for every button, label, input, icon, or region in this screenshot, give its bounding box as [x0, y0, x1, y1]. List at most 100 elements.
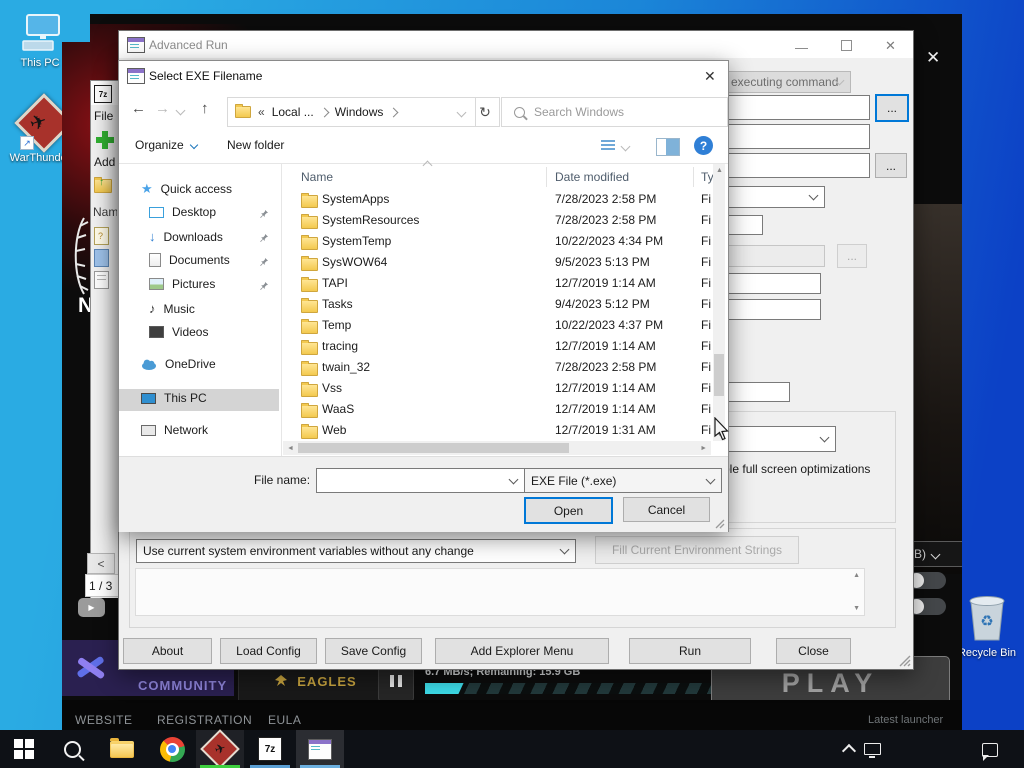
sidebar-item-pictures[interactable]: Pictures: [149, 277, 215, 291]
fill-env-button: Fill Current Environment Strings: [595, 536, 799, 564]
advanced-run-titlebar[interactable]: Advanced Run — ✕: [119, 31, 913, 58]
minimize-button[interactable]: —: [795, 41, 808, 54]
new-folder-button[interactable]: New folder: [227, 138, 284, 152]
quick-access-star-icon: ★: [141, 181, 153, 196]
desktop-icon-recycle-bin[interactable]: ♻ Recycle Bin: [952, 588, 1022, 659]
add-explorer-menu-button[interactable]: Add Explorer Menu: [435, 638, 609, 664]
dialog-bottom-bar: File name: EXE File (*.exe) Open Cancel: [119, 456, 728, 532]
about-button[interactable]: About: [123, 638, 212, 664]
network-icon[interactable]: [864, 743, 881, 758]
sidebar-item-quick-access[interactable]: ★ Quick access: [141, 181, 232, 197]
sevenzip-scroll-left-button[interactable]: <: [87, 553, 115, 574]
this-pc-icon: [141, 392, 156, 404]
sidebar-item-videos[interactable]: Videos: [149, 325, 208, 339]
column-header-name[interactable]: Name: [301, 170, 333, 184]
preview-pane-icon[interactable]: [656, 138, 680, 156]
sevenzip-folder-up-icon[interactable]: ↑: [94, 177, 112, 193]
view-list-icon[interactable]: [601, 140, 615, 152]
vertical-scrollbar[interactable]: ▲ ▼: [713, 164, 725, 441]
help-button[interactable]: ?: [694, 136, 713, 155]
breadcrumb-overflow[interactable]: «: [258, 105, 265, 119]
sidebar-item-this-pc[interactable]: This PC: [141, 391, 207, 405]
sevenzip-add-icon[interactable]: [94, 129, 116, 151]
sevenzip-add-label: Add: [94, 155, 116, 169]
eula-link[interactable]: EULA: [268, 713, 301, 727]
start-button[interactable]: [0, 730, 48, 768]
column-header-type[interactable]: Ty: [701, 170, 714, 184]
taskbar-advancedrun[interactable]: [296, 730, 344, 768]
recent-locations-chevron-icon[interactable]: [175, 105, 186, 116]
advanced-run-title: Advanced Run: [149, 38, 228, 52]
taskbar-warthunder[interactable]: ✈: [196, 729, 244, 768]
forward-button[interactable]: →: [155, 100, 170, 117]
file-name-input[interactable]: [316, 468, 525, 493]
sidebar-item-onedrive[interactable]: OneDrive: [141, 357, 216, 371]
advancedrun-icon: [308, 738, 332, 760]
registration-link[interactable]: REGISTRATION: [157, 713, 252, 727]
save-config-button[interactable]: Save Config: [325, 638, 422, 664]
up-button[interactable]: ↑: [201, 100, 209, 117]
browse-directory-button[interactable]: ...: [875, 153, 907, 178]
search-box[interactable]: Search Windows: [501, 97, 728, 127]
recycle-bin-icon: ♻: [969, 596, 1005, 641]
language-dropdown[interactable]: B): [905, 541, 962, 567]
breadcrumb-item-windows[interactable]: Windows: [335, 105, 384, 119]
run-button[interactable]: Run: [629, 638, 751, 664]
sidebar-item-music[interactable]: ♪ Music: [149, 301, 195, 316]
breadcrumb-folder-icon: [235, 104, 251, 118]
back-button[interactable]: ←: [131, 100, 146, 117]
action-center-icon[interactable]: [982, 743, 998, 761]
taskbar-chrome[interactable]: [148, 730, 196, 768]
dialog-toolbar: Organize New folder ?: [119, 129, 728, 163]
dialog-close-icon[interactable]: ✕: [704, 68, 716, 85]
horizontal-scrollbar[interactable]: ◄ ►: [283, 441, 711, 455]
column-header-date[interactable]: Date modified: [555, 170, 629, 184]
taskbar-sevenzip[interactable]: 7z: [246, 730, 294, 768]
file-explorer-icon: [110, 737, 134, 758]
desktop-icon-this-pc[interactable]: This PC: [12, 12, 68, 69]
advanced-run-app-icon: [127, 37, 145, 53]
eagles-label: EAGLES: [297, 673, 357, 689]
pin-icon: [260, 210, 268, 218]
dialog-titlebar[interactable]: Select EXE Filename ✕: [119, 61, 728, 89]
sevenzip-name-column[interactable]: Name: [93, 205, 117, 219]
community-tools-icon: [77, 656, 105, 679]
sidebar-item-desktop[interactable]: Desktop: [149, 205, 216, 219]
launcher-close-icon[interactable]: ✕: [926, 48, 940, 68]
sidebar-item-downloads[interactable]: ↓ Downloads: [149, 229, 223, 244]
dialog-resize-grip[interactable]: [715, 519, 725, 529]
website-link[interactable]: WEBSITE: [75, 713, 133, 727]
breadcrumb[interactable]: « Local ... Windows: [227, 97, 476, 127]
sidebar-item-network[interactable]: Network: [141, 423, 208, 437]
desktop-icon-label: Recycle Bin: [957, 647, 1017, 659]
address-dropdown-icon[interactable]: [456, 107, 467, 117]
youtube-icon[interactable]: ▶: [78, 598, 105, 617]
load-config-button[interactable]: Load Config: [220, 638, 317, 664]
browse-program-button[interactable]: ...: [875, 94, 909, 122]
taskbar-search-button[interactable]: [48, 730, 96, 768]
environment-combobox[interactable]: Use current system environment variables…: [136, 539, 576, 563]
taskbar-file-explorer[interactable]: [98, 730, 146, 768]
close-button-bottom[interactable]: Close: [776, 638, 851, 664]
close-button[interactable]: ✕: [885, 39, 896, 52]
maximize-button[interactable]: [841, 40, 852, 51]
cancel-button[interactable]: Cancel: [623, 497, 710, 522]
sevenzip-file-menu[interactable]: File: [94, 109, 118, 123]
sidebar-item-documents[interactable]: Documents: [149, 253, 230, 267]
open-button[interactable]: Open: [524, 497, 613, 524]
sevenzip-logo-icon: 7z: [94, 85, 112, 103]
file-type-combobox[interactable]: EXE File (*.exe): [524, 468, 722, 493]
taskbar: ✈ 7z 4:37 PM 10/22/2023: [0, 729, 1024, 768]
view-dropdown-icon[interactable]: [620, 141, 631, 152]
environment-textarea[interactable]: ▲ ▼: [135, 568, 865, 616]
vertical-scrollbar-thumb[interactable]: [714, 354, 724, 396]
resize-grip[interactable]: [899, 655, 911, 667]
breadcrumb-item-localdisk[interactable]: Local ...: [272, 105, 314, 119]
sevenzip-doc-icon: [94, 271, 109, 289]
tray-chevron-up-icon[interactable]: [841, 743, 857, 759]
horizontal-scrollbar-thumb[interactable]: [298, 443, 569, 453]
this-pc-icon: [22, 14, 60, 51]
shortcut-arrow-icon: ↗: [20, 136, 34, 150]
organize-menu[interactable]: Organize: [135, 138, 198, 152]
refresh-button[interactable]: ↻: [471, 97, 500, 127]
